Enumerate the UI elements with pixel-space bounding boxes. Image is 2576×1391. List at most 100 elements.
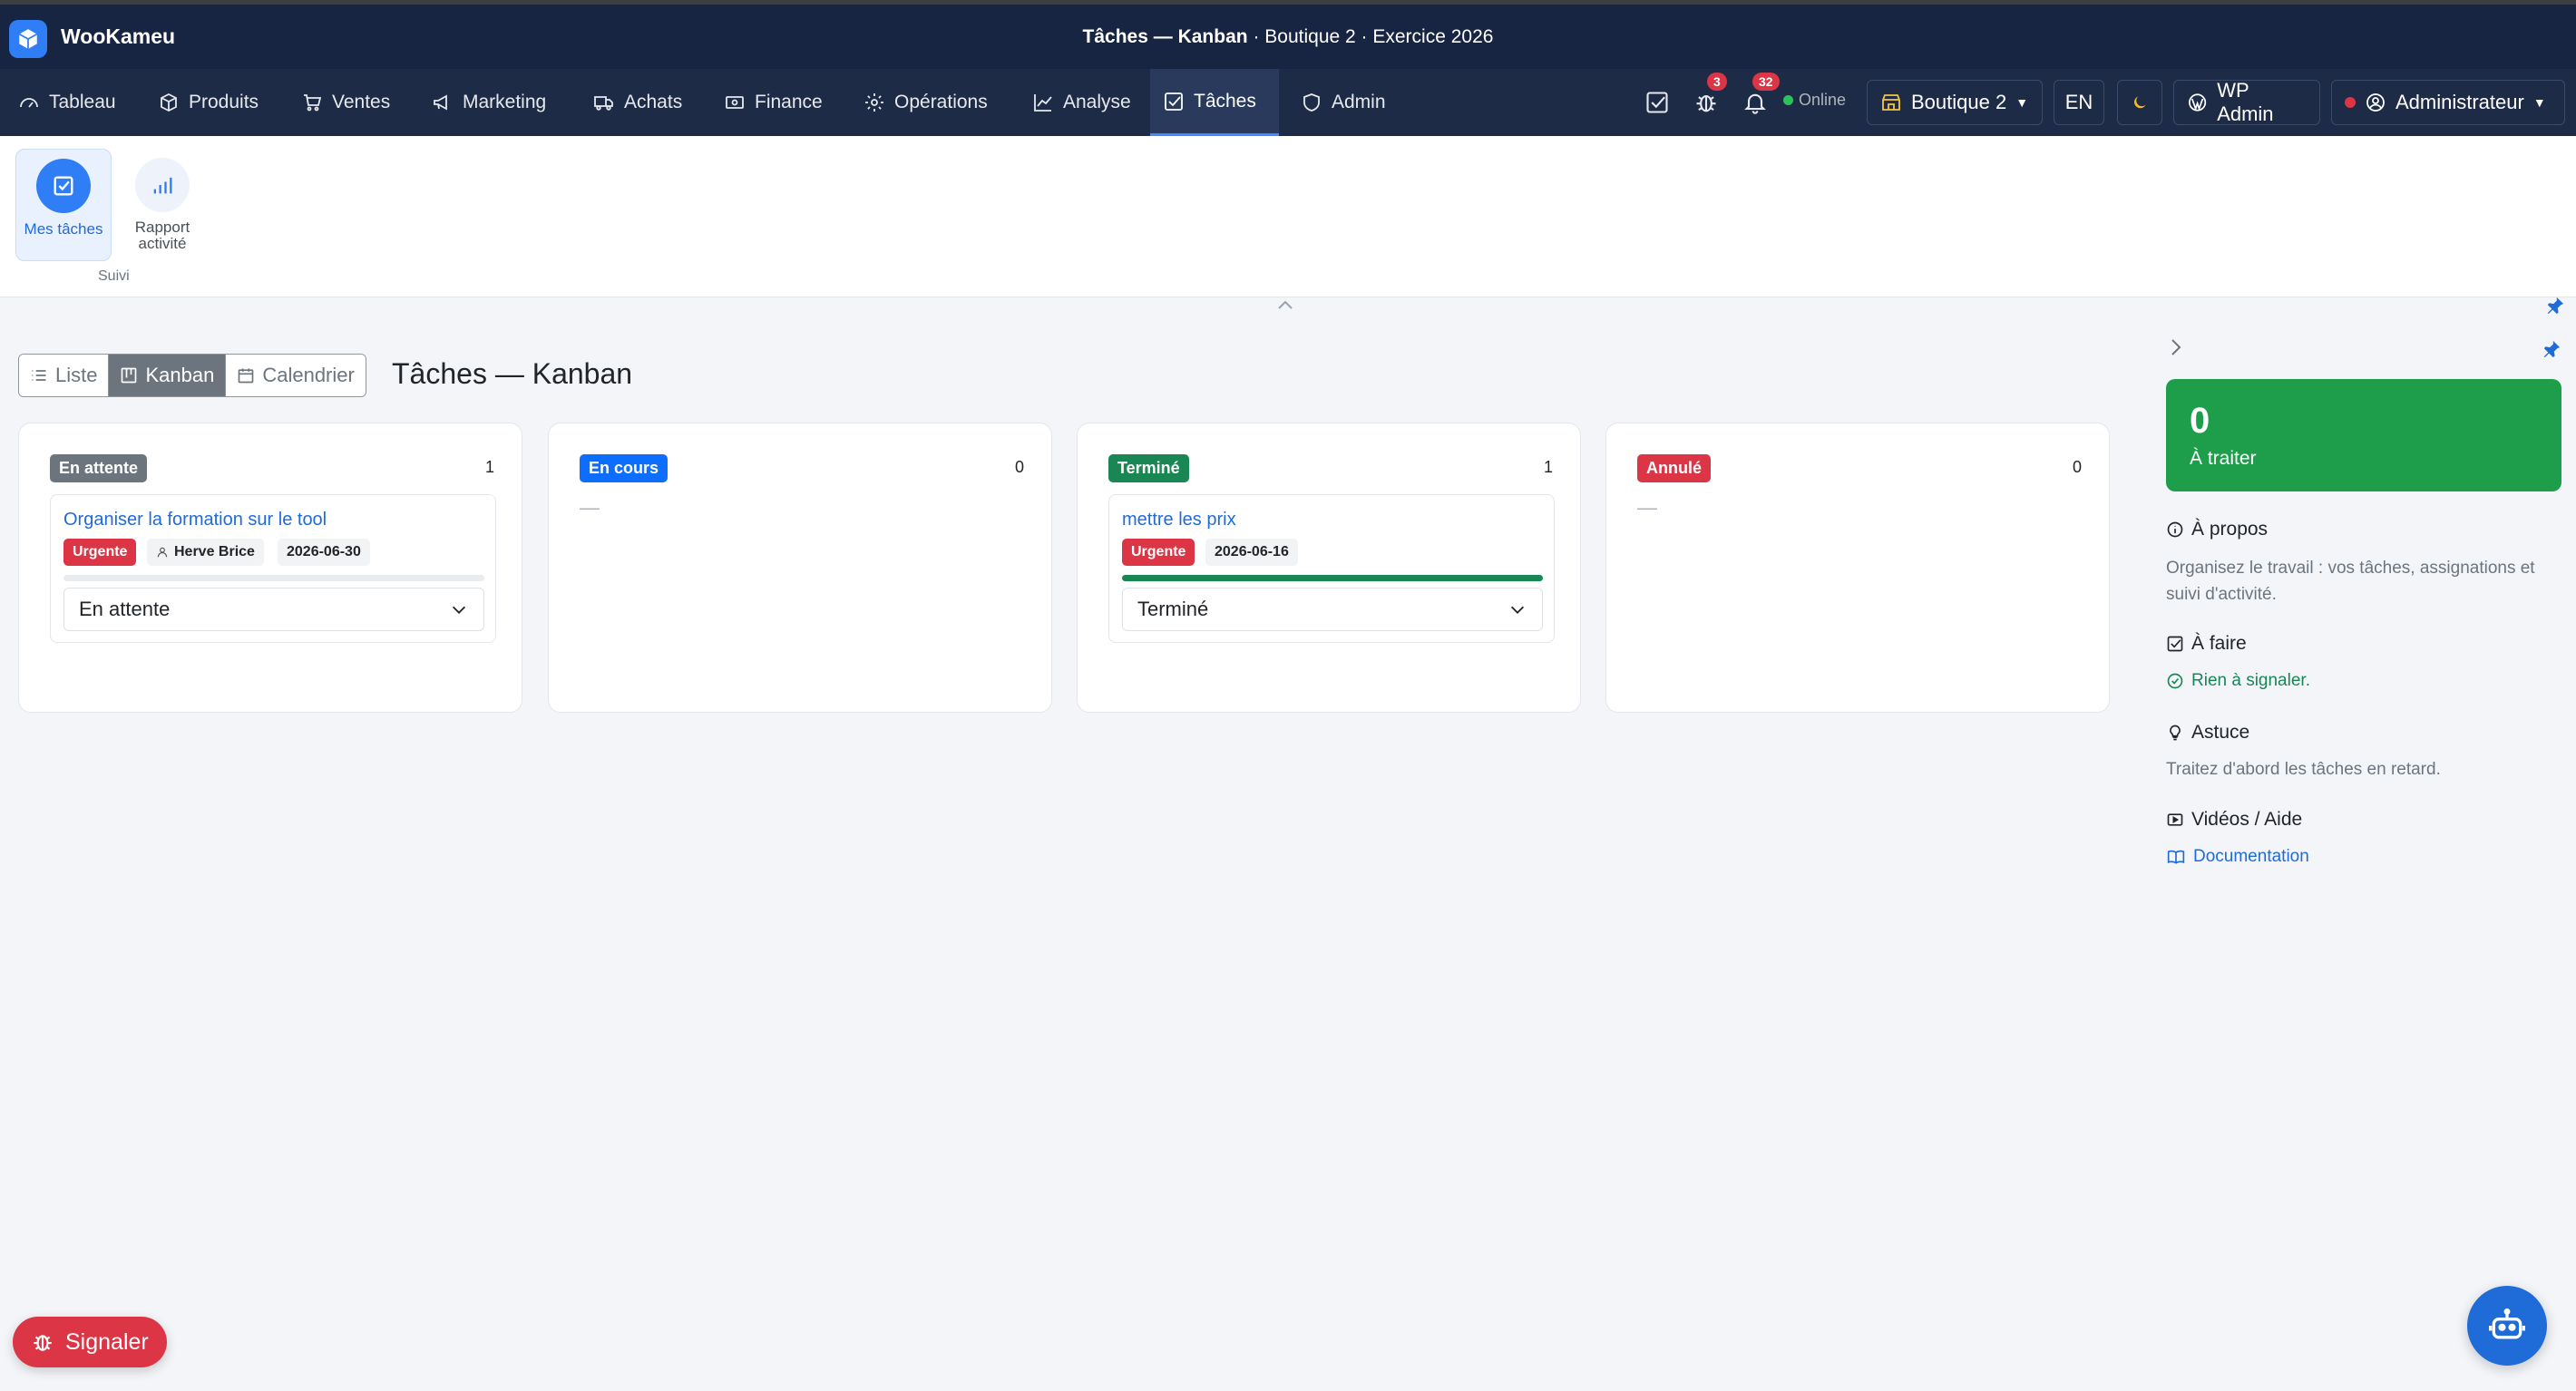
nav-item-taches[interactable]: Tâches (1150, 69, 1279, 136)
view-list-button[interactable]: Liste (19, 355, 110, 396)
chevron-right-icon[interactable] (2168, 337, 2184, 362)
to-process-stat-card[interactable]: 0 À traiter (2166, 379, 2561, 491)
box-icon (161, 92, 177, 112)
window-title: Tâches — Kanban · Boutique 2 · Exercice … (1082, 26, 1494, 47)
dark-mode-toggle[interactable] (2117, 80, 2162, 125)
ribbon-activity-report[interactable]: Rapport activité (114, 149, 210, 261)
bell-icon[interactable] (1740, 87, 1771, 118)
nav-label: Ventes (332, 92, 391, 112)
nav-label: Finance (755, 92, 823, 112)
cart-icon (304, 94, 322, 112)
nav-item-achats[interactable]: Achats (581, 69, 695, 136)
user-label: Administrateur (2395, 91, 2524, 113)
nav-item-produits[interactable]: Produits (145, 69, 271, 136)
chevron-down-icon (1510, 606, 1525, 614)
moon-icon (2134, 96, 2146, 109)
view-label: Kanban (145, 364, 215, 386)
check-square-icon (36, 159, 91, 213)
task-card[interactable]: mettre les prix Urgente 2026-06-16 Termi… (1108, 494, 1555, 643)
todo-heading: À faire (2166, 633, 2247, 655)
task-title-link[interactable]: mettre les prix (1122, 510, 1236, 530)
status-select[interactable]: En attente (63, 588, 484, 631)
about-title: À propos (2191, 519, 2269, 540)
task-progress-bar (63, 575, 484, 581)
todo-text: Rien à signaler. (2191, 671, 2310, 690)
check-circle-icon (2167, 673, 2183, 688)
nav-item-analyse[interactable]: Analyse (1020, 69, 1144, 136)
nav-label: Tâches (1194, 90, 1256, 112)
panel-pin-icon[interactable] (2542, 339, 2561, 364)
nav-label: Admin (1332, 92, 1386, 112)
status-select-value: Terminé (1137, 598, 1209, 620)
truck-icon (594, 96, 613, 111)
store-selector[interactable]: Boutique 2 ▼ (1867, 80, 2043, 125)
nav-label: Achats (624, 92, 683, 112)
megaphone-icon (434, 94, 447, 111)
tasks-check-icon[interactable] (1642, 87, 1673, 118)
report-bug-button[interactable]: Signaler (13, 1317, 167, 1367)
wp-admin-button[interactable]: WP Admin (2173, 79, 2320, 125)
ribbon-group-label: Suivi (98, 268, 130, 284)
column-status-badge: En cours (580, 454, 668, 482)
kanban-column-annule: Annulé 0 — (1605, 423, 2110, 713)
tip-heading: Astuce (2166, 722, 2249, 744)
column-count: 1 (1543, 458, 1553, 476)
nav-item-admin[interactable]: Admin (1288, 69, 1399, 136)
todo-title: À faire (2191, 633, 2247, 654)
progress-fill (1122, 575, 1543, 581)
column-empty-placeholder: — (580, 496, 600, 519)
status-select[interactable]: Terminé (1122, 588, 1543, 631)
nav-item-finance[interactable]: Finance (711, 69, 835, 136)
documentation-label: Documentation (2193, 847, 2309, 866)
view-label: Calendrier (262, 364, 355, 386)
check-square-icon (1165, 92, 1183, 111)
videos-heading: Vidéos / Aide (2166, 809, 2302, 831)
bug-count-badge: 3 (1707, 73, 1727, 91)
caret-down-icon: ▼ (2532, 95, 2546, 110)
ribbon-toolbar: Mes tâches Rapport activité Suivi (0, 136, 2576, 297)
view-calendar-button[interactable]: Calendrier (226, 355, 366, 396)
chevron-down-icon (452, 606, 466, 614)
view-label: Liste (55, 364, 98, 386)
due-date-badge: 2026-06-30 (278, 539, 370, 566)
cash-icon (726, 96, 744, 109)
videos-title: Vidéos / Aide (2191, 809, 2303, 830)
nav-label: Analyse (1063, 92, 1131, 112)
tip-text: Traitez d'abord les tâches en retard. (2166, 760, 2441, 779)
shield-icon (1303, 93, 1320, 112)
task-card[interactable]: Organiser la formation sur le tool Urgen… (50, 494, 496, 643)
online-label: Online (1799, 91, 1847, 109)
report-label: Signaler (65, 1328, 149, 1355)
kanban-icon (122, 367, 137, 384)
collapse-ribbon-icon[interactable] (1275, 297, 1295, 316)
language-label: EN (2064, 91, 2093, 113)
user-menu[interactable]: Administrateur ▼ (2331, 80, 2565, 125)
ribbon-label: Mes tâches (24, 220, 103, 238)
book-icon (2167, 850, 2185, 864)
task-title-link[interactable]: Organiser la formation sur le tool (63, 510, 327, 530)
language-button[interactable]: EN (2054, 80, 2104, 125)
kanban-column-en-attente: En attente 1 Organiser la formation sur … (18, 423, 522, 713)
pin-icon[interactable] (2545, 296, 2565, 320)
user-icon (157, 547, 168, 558)
nav-item-ventes[interactable]: Ventes (288, 69, 403, 136)
caret-down-icon: ▼ (2015, 95, 2029, 110)
store-label: Boutique 2 (1911, 91, 2007, 113)
title-bar: WooKameu Tâches — Kanban · Boutique 2 · … (0, 0, 2576, 69)
info-icon (2167, 521, 2183, 538)
view-kanban-button[interactable]: Kanban (109, 355, 227, 396)
wp-admin-label: WP Admin (2217, 79, 2274, 125)
todo-status: Rien à signaler. (2166, 667, 2556, 694)
assistant-bot-button[interactable] (2467, 1286, 2547, 1366)
documentation-link[interactable]: Documentation (2166, 843, 2556, 870)
status-dot-icon (2345, 97, 2356, 108)
task-progress-bar (1122, 575, 1543, 581)
about-heading: À propos (2166, 519, 2268, 540)
nav-item-operations[interactable]: Opérations (851, 69, 1000, 136)
chart-line-icon (1034, 94, 1052, 112)
nav-item-marketing[interactable]: Marketing (419, 69, 559, 136)
ribbon-my-tasks[interactable]: Mes tâches (15, 149, 112, 261)
bug-icon[interactable] (1691, 87, 1722, 118)
nav-item-tableau[interactable]: Tableau (5, 69, 129, 136)
lightbulb-icon (2170, 725, 2181, 741)
